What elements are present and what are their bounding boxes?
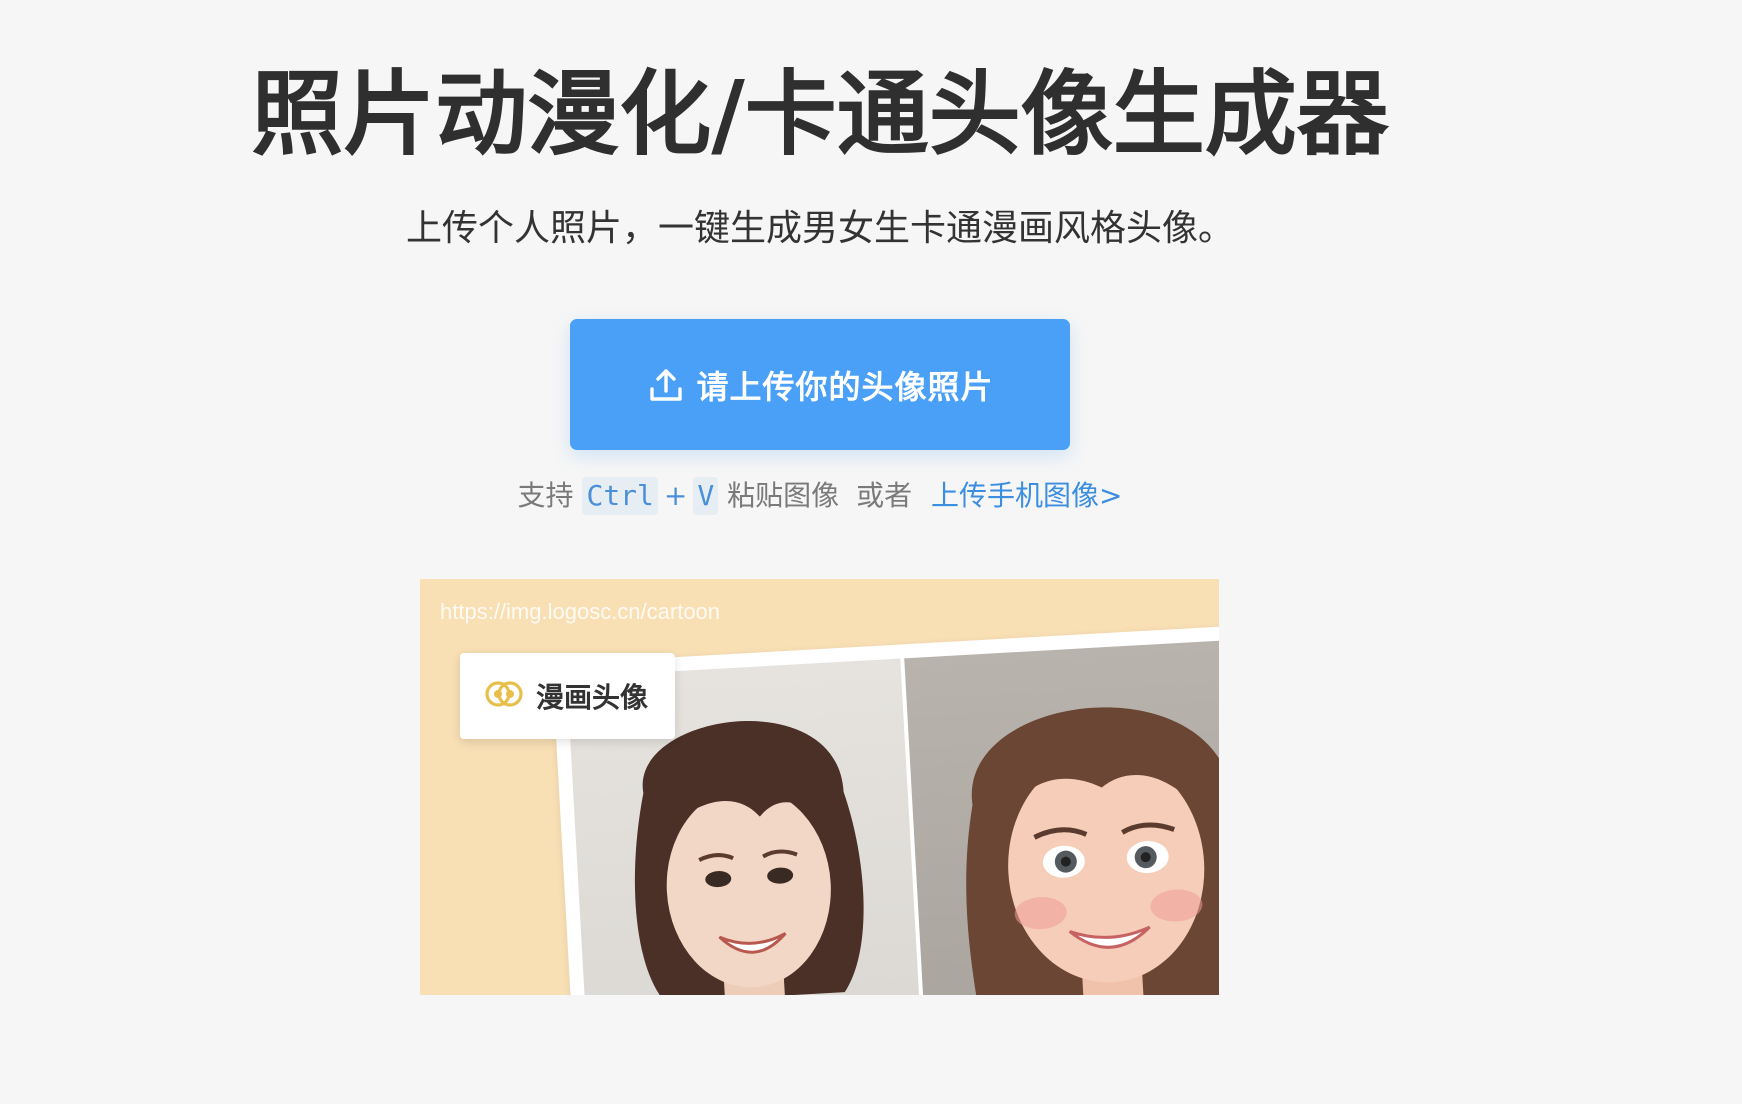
ctrl-key: Ctrl (582, 477, 658, 515)
example-preview-image: https://img.logosc.cn/cartoon 漫画头像 (420, 579, 1219, 995)
plus-sign: + (663, 479, 688, 512)
hint-suffix: 粘贴图像 (727, 479, 840, 512)
v-key: V (693, 477, 719, 515)
upload-button-label: 请上传你的头像照片 (696, 368, 994, 405)
paste-hint: 支持 Ctrl + V 粘贴图像 或者 上传手机图像> (0, 474, 1640, 518)
hint-prefix: 支持 (517, 479, 574, 512)
brand-logo-icon (484, 674, 524, 718)
brand-badge: 漫画头像 (460, 653, 675, 739)
brand-badge-label: 漫画头像 (536, 681, 649, 714)
preview-url-watermark: https://img.logosc.cn/cartoon (440, 599, 721, 624)
hint-or: 或者 (856, 479, 913, 512)
upload-mobile-image-link[interactable]: 上传手机图像> (931, 479, 1122, 512)
page-subtitle: 上传个人照片，一键生成男女生卡通漫画风格头像。 (405, 208, 1234, 249)
upload-photo-button[interactable]: 请上传你的头像照片 (570, 319, 1070, 450)
upload-icon (646, 365, 686, 405)
page-title: 照片动漫化/卡通头像生成器 (251, 61, 1389, 168)
cartoon-portrait-right (904, 637, 1219, 995)
